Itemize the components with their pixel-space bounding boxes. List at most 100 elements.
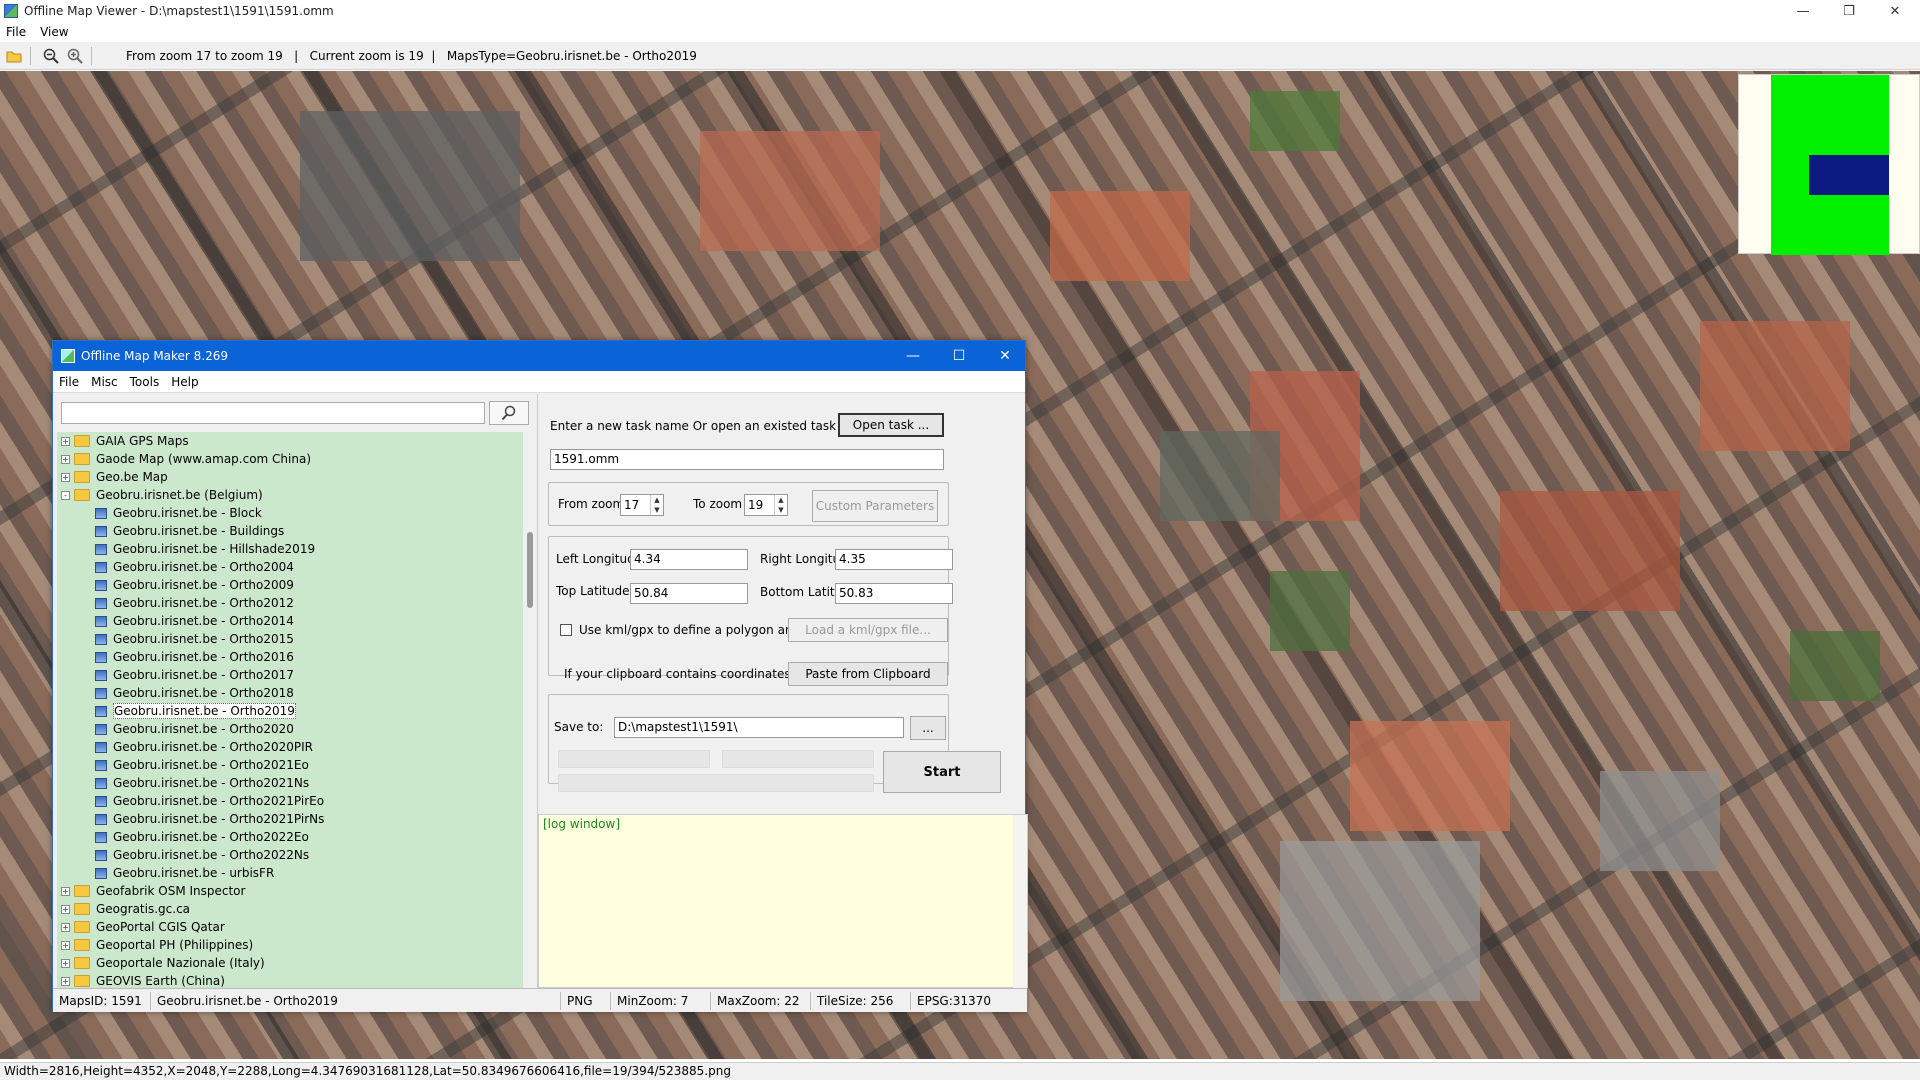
save-to-input[interactable]: D:\mapstest1\1591\ bbox=[614, 717, 904, 738]
tree-map-item[interactable]: Geobru.irisnet.be - Ortho2021PirNs bbox=[57, 810, 523, 828]
status-map-name: Geobru.irisnet.be - Ortho2019 bbox=[151, 991, 561, 1010]
tree-map-item[interactable]: Geobru.irisnet.be - Ortho2015 bbox=[57, 630, 523, 648]
tree-map-item[interactable]: Geobru.irisnet.be - Ortho2016 bbox=[57, 648, 523, 666]
from-zoom-stepper[interactable]: 17 ▲ ▼ bbox=[620, 494, 664, 516]
tree-map-item[interactable]: Geobru.irisnet.be - Ortho2021Ns bbox=[57, 774, 523, 792]
tree-folder-item[interactable]: + GAIA GPS Maps bbox=[57, 432, 523, 450]
tree-map-item[interactable]: Geobru.irisnet.be - Ortho2021Eo bbox=[57, 756, 523, 774]
task-name-input[interactable]: 1591.omm bbox=[550, 449, 944, 470]
tree-folder-item[interactable]: + Geofabrik OSM Inspector bbox=[57, 882, 523, 900]
map-search-input[interactable] bbox=[61, 402, 485, 424]
expand-icon[interactable]: + bbox=[61, 922, 70, 932]
left-longitude-input[interactable]: 4.34 bbox=[630, 549, 748, 570]
tree-map-item[interactable]: Geobru.irisnet.be - Block bbox=[57, 504, 523, 522]
tree-scrollbar[interactable] bbox=[525, 432, 537, 988]
expand-icon[interactable]: + bbox=[61, 454, 70, 464]
tree-map-item[interactable]: Geobru.irisnet.be - urbisFR bbox=[57, 864, 523, 882]
tree-map-item[interactable]: Geobru.irisnet.be - Ortho2004 bbox=[57, 558, 523, 576]
viewer-menu-file[interactable]: File bbox=[6, 25, 26, 39]
map-layer-icon bbox=[95, 705, 107, 717]
tree-folder-item[interactable]: + GEOVIS Earth (China) bbox=[57, 972, 523, 988]
stepper-arrows-icon[interactable]: ▲ ▼ bbox=[650, 495, 663, 515]
bottom-latitude-input[interactable]: 50.83 bbox=[835, 583, 953, 604]
open-task-button[interactable]: Open task ... bbox=[838, 413, 944, 437]
log-window[interactable]: [log window] bbox=[538, 814, 1028, 989]
map-layer-icon bbox=[95, 795, 107, 807]
tree-map-item[interactable]: Geobru.irisnet.be - Ortho2017 bbox=[57, 666, 523, 684]
folder-icon bbox=[74, 921, 90, 933]
tree-map-item[interactable]: Geobru.irisnet.be - Ortho2020PIR bbox=[57, 738, 523, 756]
tree-map-item[interactable]: Geobru.irisnet.be - Ortho2022Eo bbox=[57, 828, 523, 846]
viewer-status-bar: Width=2816,Height=4352,X=2048,Y=2288,Lon… bbox=[0, 1062, 1920, 1080]
expand-icon[interactable]: + bbox=[61, 904, 70, 914]
expand-icon[interactable]: + bbox=[61, 886, 70, 896]
open-folder-icon[interactable] bbox=[4, 46, 24, 66]
minimap[interactable] bbox=[1738, 74, 1920, 255]
expand-icon[interactable]: + bbox=[61, 940, 70, 950]
tree-folder-item[interactable]: + Geoportal PH (Philippines) bbox=[57, 936, 523, 954]
browse-folder-button[interactable]: ... bbox=[910, 716, 946, 740]
tree-folder-item[interactable]: + Geo.be Map bbox=[57, 468, 523, 486]
tree-map-item[interactable]: Geobru.irisnet.be - Ortho2019 bbox=[57, 702, 523, 720]
paste-clipboard-button[interactable]: Paste from Clipboard bbox=[788, 662, 948, 686]
tree-map-item[interactable]: Geobru.irisnet.be - Ortho2018 bbox=[57, 684, 523, 702]
expand-icon[interactable]: + bbox=[61, 472, 70, 482]
right-longitude-input[interactable]: 4.35 bbox=[835, 549, 953, 570]
top-latitude-input[interactable]: 50.84 bbox=[630, 583, 748, 604]
dialog-minimize-icon[interactable]: — bbox=[891, 341, 935, 371]
expand-icon[interactable]: + bbox=[61, 976, 70, 986]
stepper-arrows-icon[interactable]: ▲ ▼ bbox=[774, 495, 787, 515]
tree-item-label: Geobru.irisnet.be - Ortho2020 bbox=[113, 722, 294, 736]
tree-item-label: Geobru.irisnet.be - Ortho2017 bbox=[113, 668, 294, 682]
dialog-menu-misc[interactable]: Misc bbox=[91, 375, 118, 389]
tree-folder-item[interactable]: - Geobru.irisnet.be (Belgium) bbox=[57, 486, 523, 504]
restore-icon[interactable]: ❐ bbox=[1826, 0, 1872, 22]
tree-scrollbar-thumb[interactable] bbox=[527, 532, 533, 608]
zoom-in-icon[interactable] bbox=[65, 46, 85, 66]
tree-map-item[interactable]: Geobru.irisnet.be - Ortho2021PirEo bbox=[57, 792, 523, 810]
dialog-menu-tools[interactable]: Tools bbox=[130, 375, 160, 389]
dialog-menu-file[interactable]: File bbox=[59, 375, 79, 389]
to-zoom-stepper[interactable]: 19 ▲ ▼ bbox=[744, 494, 788, 516]
collapse-icon[interactable]: - bbox=[61, 490, 70, 500]
map-layer-icon bbox=[95, 777, 107, 789]
viewer-menu-view[interactable]: View bbox=[40, 25, 68, 39]
expand-icon[interactable]: + bbox=[61, 436, 70, 446]
map-layer-icon bbox=[95, 579, 107, 591]
map-layer-icon bbox=[95, 615, 107, 627]
tree-map-item[interactable]: Geobru.irisnet.be - Ortho2014 bbox=[57, 612, 523, 630]
map-maker-app-icon bbox=[61, 349, 75, 363]
dialog-close-icon[interactable]: ✕ bbox=[983, 341, 1027, 371]
zoom-out-icon[interactable] bbox=[41, 46, 61, 66]
start-button[interactable]: Start bbox=[883, 751, 1001, 793]
tree-item-label: Geoportal PH (Philippines) bbox=[96, 938, 254, 952]
dialog-maximize-icon[interactable]: ☐ bbox=[937, 341, 981, 371]
dialog-menu-help[interactable]: Help bbox=[171, 375, 198, 389]
tree-folder-item[interactable]: + Geogratis.gc.ca bbox=[57, 900, 523, 918]
task-settings-panel: Enter a new task name Or open an existed… bbox=[537, 394, 1028, 989]
tree-folder-item[interactable]: + GeoPortal CGIS Qatar bbox=[57, 918, 523, 936]
map-layer-icon bbox=[95, 849, 107, 861]
close-icon[interactable]: ✕ bbox=[1872, 0, 1918, 22]
folder-icon bbox=[74, 471, 90, 483]
tree-item-label: Geobru.irisnet.be - Ortho2022Eo bbox=[113, 830, 309, 844]
tree-map-item[interactable]: Geobru.irisnet.be - Buildings bbox=[57, 522, 523, 540]
tree-map-item[interactable]: Geobru.irisnet.be - Ortho2009 bbox=[57, 576, 523, 594]
log-scrollbar[interactable] bbox=[1013, 815, 1027, 989]
map-layer-icon bbox=[95, 867, 107, 879]
map-source-tree[interactable]: + GAIA GPS Maps + Gaode Map (www.amap.com C… bbox=[57, 432, 523, 988]
tree-map-item[interactable]: Geobru.irisnet.be - Hillshade2019 bbox=[57, 540, 523, 558]
map-layer-icon bbox=[95, 633, 107, 645]
tree-folder-item[interactable]: + Geoportale Nazionale (Italy) bbox=[57, 954, 523, 972]
tree-map-item[interactable]: Geobru.irisnet.be - Ortho2012 bbox=[57, 594, 523, 612]
kml-polygon-checkbox[interactable] bbox=[560, 624, 572, 636]
tree-folder-item[interactable]: + Gaode Map (www.amap.com China) bbox=[57, 450, 523, 468]
tree-map-item[interactable]: Geobru.irisnet.be - Ortho2022Ns bbox=[57, 846, 523, 864]
minimize-icon[interactable]: — bbox=[1780, 0, 1826, 22]
custom-parameters-button[interactable]: Custom Parameters bbox=[812, 490, 938, 522]
expand-icon[interactable]: + bbox=[61, 958, 70, 968]
search-button[interactable] bbox=[489, 401, 529, 425]
load-kml-button[interactable]: Load a kml/gpx file... bbox=[788, 618, 948, 642]
tree-map-item[interactable]: Geobru.irisnet.be - Ortho2020 bbox=[57, 720, 523, 738]
map-layer-icon bbox=[95, 669, 107, 681]
